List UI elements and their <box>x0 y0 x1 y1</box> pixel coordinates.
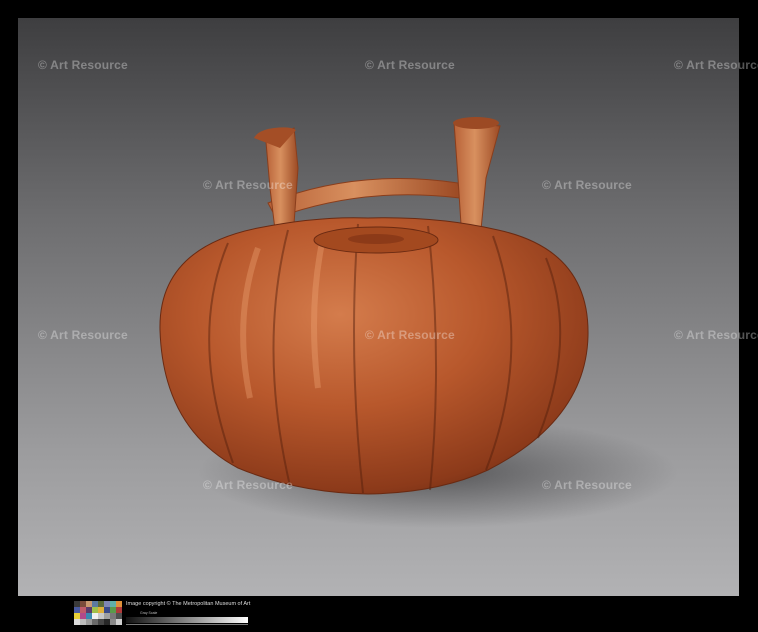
gray-scale-label: Gray Scale <box>140 611 158 615</box>
photo-footer: Image copyright © The Metropolitan Museu… <box>0 596 758 632</box>
gray-scale-axis <box>126 624 248 625</box>
watermark: © Art Resource <box>674 58 758 72</box>
watermark: © Art Resource <box>674 328 758 342</box>
vessel-illustration <box>18 18 739 596</box>
image-copyright: Image copyright © The Metropolitan Museu… <box>126 601 251 607</box>
stem-center <box>348 234 404 244</box>
artwork-photo <box>18 18 739 596</box>
watermark: © Art Resource <box>203 178 293 192</box>
watermark: © Art Resource <box>365 58 455 72</box>
watermark: © Art Resource <box>542 178 632 192</box>
watermark: © Art Resource <box>365 328 455 342</box>
watermark: © Art Resource <box>542 478 632 492</box>
watermark: © Art Resource <box>203 478 293 492</box>
watermark: © Art Resource <box>38 58 128 72</box>
color-calibration-chart <box>74 601 122 625</box>
color-swatch <box>116 619 122 625</box>
right-spout-rim <box>453 117 499 129</box>
watermark: © Art Resource <box>38 328 128 342</box>
gray-scale-bar <box>126 617 248 623</box>
